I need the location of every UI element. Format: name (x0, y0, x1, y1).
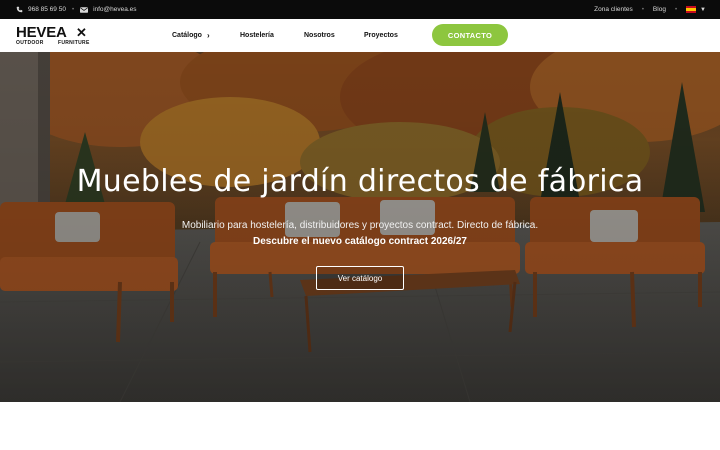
nav-proyectos-label: Proyectos (364, 32, 398, 39)
language-selector[interactable]: ▼ (686, 6, 706, 13)
mail-icon (80, 6, 89, 13)
chevron-right-icon: › (206, 31, 210, 40)
email-link[interactable]: info@hevea.es (80, 6, 137, 13)
top-utility-bar: 968 85 69 50 • info@hevea.es Zona client… (0, 0, 720, 19)
blog-link[interactable]: Blog (653, 6, 666, 13)
logo-brand-text: HEVEA (16, 24, 67, 41)
nav-proyectos[interactable]: Proyectos (364, 19, 398, 52)
nav-hosteleria-label: Hostelería (240, 32, 274, 39)
hevea-logo[interactable]: HEVEA ✕ OUTDOOR FURNITURE (16, 25, 90, 47)
hero-title: Muebles de jardín directos de fábrica (76, 164, 644, 199)
nav-nosotros-label: Nosotros (304, 32, 335, 39)
spain-flag-icon (686, 6, 697, 13)
nav-nosotros[interactable]: Nosotros (304, 19, 335, 52)
phone-number: 968 85 69 50 (28, 6, 66, 13)
hero-banner: Muebles de jardín directos de fábrica Mo… (0, 52, 720, 402)
nav-catalogo-label: Catálogo (172, 32, 202, 39)
content-area (0, 402, 720, 450)
logo-tagline-right: FURNITURE (58, 40, 90, 46)
client-area-link[interactable]: Zona clientes (594, 6, 633, 13)
separator-dot: • (641, 6, 644, 13)
view-catalog-button[interactable]: Ver catálogo (316, 266, 404, 290)
phone-link[interactable]: 968 85 69 50 (16, 6, 66, 13)
hero-highlight: Descubre el nuevo catálogo contract 2026… (253, 236, 467, 247)
main-header: HEVEA ✕ OUTDOOR FURNITURE Catálogo › Hos… (0, 19, 720, 52)
contact-info: 968 85 69 50 • info@hevea.es (16, 0, 137, 19)
logo-mark-icon: ✕ (76, 25, 87, 40)
nav-hosteleria[interactable]: Hostelería (240, 19, 274, 52)
email-address: info@hevea.es (93, 6, 137, 13)
hero-subtitle: Mobiliario para hostelería, distribuidor… (181, 220, 539, 231)
separator-dot: • (71, 6, 75, 13)
contact-button[interactable]: CONTACTO (432, 24, 508, 46)
separator-dot: • (674, 6, 678, 13)
caret-down-icon: ▼ (700, 6, 706, 13)
nav-catalogo[interactable]: Catálogo › (172, 19, 210, 52)
phone-icon (16, 6, 23, 13)
utility-links: Zona clientes • Blog • ▼ (594, 0, 706, 19)
logo-tagline-left: OUTDOOR (16, 40, 44, 46)
